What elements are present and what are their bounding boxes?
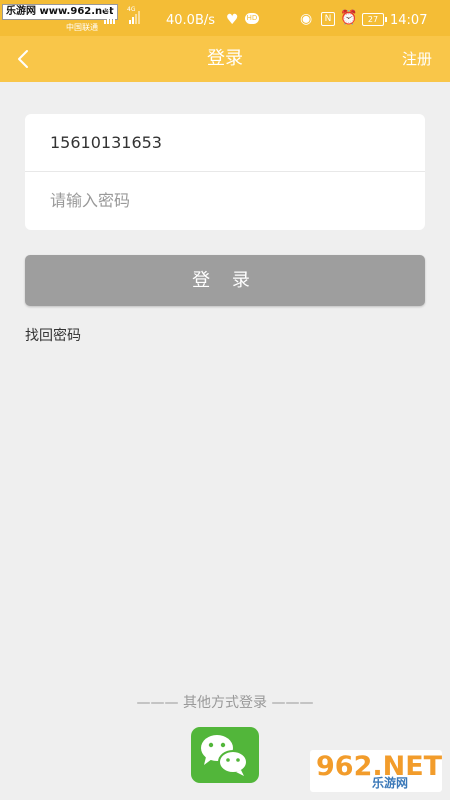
alarm-icon: ⏰ bbox=[340, 10, 358, 26]
login-button[interactable]: 登 录 bbox=[25, 255, 425, 306]
eye-icon: ◉ bbox=[300, 11, 313, 27]
heart-icon: ♥ bbox=[226, 12, 239, 28]
status-bar: 乐游网 www.962.net 中国联通 4G 4G 40.0B/s ♥ HD … bbox=[0, 0, 450, 36]
net-speed: 40.0B/s bbox=[166, 13, 216, 28]
wechat-login-button[interactable] bbox=[191, 727, 259, 783]
watermark-sub: 乐游网 bbox=[372, 776, 409, 790]
other-login-label: ——— 其他方式登录 ——— bbox=[136, 695, 314, 711]
signal-label: 4G bbox=[127, 6, 136, 13]
hd-icon: HD bbox=[245, 13, 259, 24]
wechat-icon bbox=[201, 735, 248, 776]
signal-icon: 4G bbox=[102, 6, 115, 24]
forgot-password-link[interactable]: 找回密码 bbox=[25, 325, 81, 345]
signal-group: 4G 4G bbox=[102, 6, 140, 24]
register-button[interactable]: 注册 bbox=[402, 36, 432, 82]
phone-input[interactable] bbox=[25, 114, 425, 171]
password-input[interactable] bbox=[25, 172, 425, 229]
watermark-text: 乐游网 www.962.net bbox=[2, 4, 118, 20]
chevron-left-icon[interactable] bbox=[12, 46, 36, 72]
app-header: 登录 注册 bbox=[0, 36, 450, 82]
signal-icon: 4G bbox=[127, 6, 140, 24]
watermark-logo: 962.NET 乐游网 bbox=[310, 750, 442, 792]
page-title: 登录 bbox=[207, 48, 243, 69]
nfc-icon: N bbox=[321, 12, 335, 26]
clock: 14:07 bbox=[390, 13, 428, 28]
login-form bbox=[25, 114, 425, 230]
signal-label: 4G bbox=[102, 6, 111, 13]
carrier-label: 中国联通 bbox=[66, 23, 98, 32]
battery-icon: 27 bbox=[362, 13, 387, 26]
